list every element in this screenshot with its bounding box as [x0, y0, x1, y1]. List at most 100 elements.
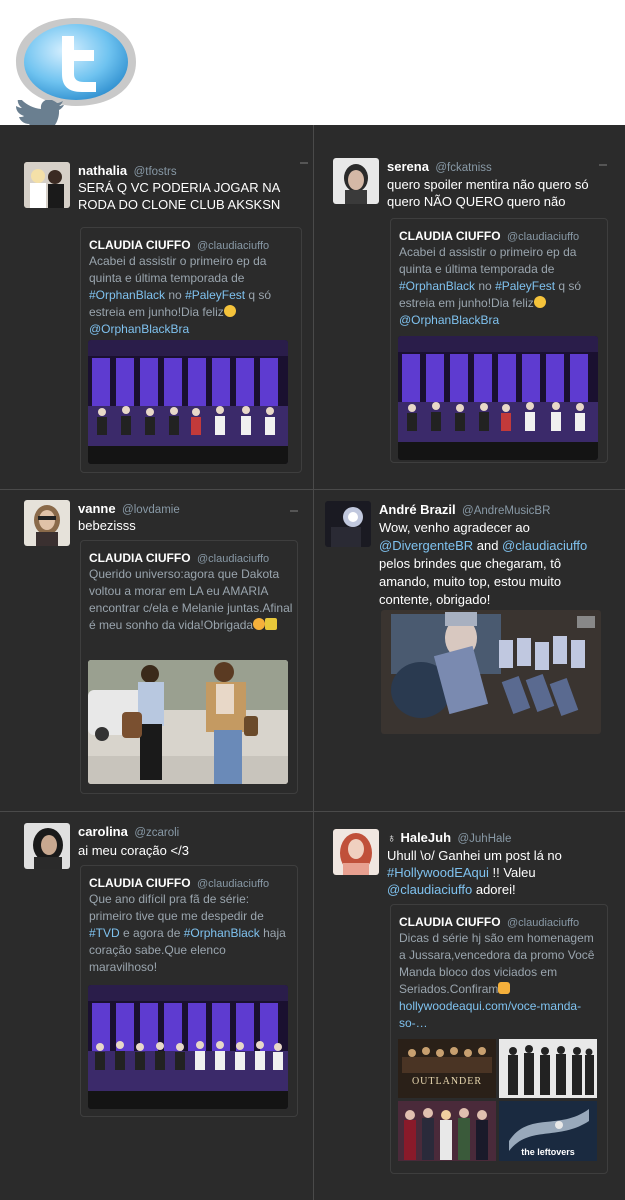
author-name[interactable]: HaleJuh [400, 830, 451, 845]
quoted-author-handle: @claudiaciuffo [197, 240, 270, 252]
tweet-header: vanne @lovdamie [78, 500, 180, 518]
quoted-author-name: CLAUDIA CIUFFO [89, 551, 191, 565]
quoted-tweet-header: CLAUDIA CIUFFO @claudiaciuffo [89, 236, 269, 254]
tweet-header: carolina @zcaroli [78, 823, 179, 841]
author-handle[interactable]: @JuhHale [457, 833, 511, 845]
mention-link[interactable]: @claudiaciuffo [387, 882, 472, 897]
hashtag-link[interactable]: #HollywoodEAqui [387, 865, 489, 880]
hashtag-link[interactable]: #OrphanBlack [184, 926, 260, 940]
quoted-tweet-text: Dicas d série hj são em homenagem a Juss… [399, 930, 603, 1032]
author-handle[interactable]: @lovdamie [122, 504, 180, 516]
quoted-author-name: CLAUDIA CIUFFO [399, 915, 501, 929]
mention-link[interactable]: @DivergenteBR [379, 538, 473, 553]
avatar[interactable] [333, 829, 379, 875]
panel-photo[interactable] [88, 985, 288, 1109]
street-photo[interactable] [88, 660, 288, 784]
quoted-tweet-text: Acabei d assistir o primeiro ep da quint… [399, 244, 603, 329]
tweet-card[interactable]: carolina @zcaroli ai meu coração </3 CLA… [24, 823, 309, 1123]
quoted-tweet-header: CLAUDIA CIUFFO @claudiaciuffo [399, 227, 579, 245]
author-handle[interactable]: @tfostrs [134, 166, 177, 178]
panel-photo[interactable] [88, 340, 288, 464]
quoted-author-handle: @claudiaciuffo [507, 917, 580, 929]
hashtag-link[interactable]: #OrphanBlack [399, 279, 475, 293]
quoted-text-part: Acabei d assistir o primeiro ep da quint… [89, 254, 267, 285]
outlander-title: OUTLANDER [411, 1076, 483, 1087]
cast-photo[interactable] [499, 1039, 597, 1098]
tweet-header: serena @fckatniss [387, 158, 492, 176]
avatar[interactable] [333, 158, 379, 204]
row-divider [0, 489, 625, 490]
author-name[interactable]: carolina [78, 824, 128, 839]
tweet-card[interactable]: vanne @lovdamie bebezisss CLAUDIA CIUFFO… [24, 500, 309, 800]
author-handle[interactable]: @zcaroli [134, 827, 179, 839]
author-name[interactable]: vanne [78, 501, 116, 516]
quoted-tweet-header: CLAUDIA CIUFFO @claudiaciuffo [399, 913, 579, 931]
quoted-tweet-text: Querido universo:agora que Dakota voltou… [89, 566, 293, 634]
quoted-tweet-text: Que ano difícil pra fã de série: primeir… [89, 891, 293, 976]
disappointed-emoji-icon [253, 618, 266, 630]
verified-badge-icon: ♁ [387, 831, 396, 845]
hashtag-link[interactable]: #OrphanBlack [89, 288, 165, 302]
quoted-text-part: e agora de [119, 926, 184, 940]
tweet-header: André Brazil @AndreMusicBR [379, 501, 550, 519]
tweet-text-part: !! Valeu [488, 865, 536, 880]
gifts-photo[interactable] [381, 610, 601, 734]
quoted-author-handle: @claudiaciuffo [507, 231, 580, 243]
tweet-card[interactable]: nathalia @tfostrs SERÁ Q VC PODERIA JOGA… [24, 162, 309, 482]
avatar[interactable] [24, 162, 70, 208]
author-name[interactable]: André Brazil [379, 502, 456, 517]
avatar[interactable] [24, 500, 70, 546]
avatar[interactable] [24, 823, 70, 869]
quoted-author-handle: @claudiaciuffo [197, 878, 270, 890]
tweet-card[interactable]: André Brazil @AndreMusicBR Wow, venho ag… [325, 501, 615, 801]
quoted-author-name: CLAUDIA CIUFFO [89, 238, 191, 252]
avatar[interactable] [325, 501, 371, 547]
quoted-tweet-text: Acabei d assistir o primeiro ep da quint… [89, 253, 295, 338]
mention-link[interactable]: @OrphanBlackBra [89, 322, 189, 336]
author-handle[interactable]: @AndreMusicBR [462, 505, 550, 517]
mention-link[interactable]: @claudiaciuffo [502, 538, 587, 553]
hashtag-link[interactable]: #TVD [89, 926, 120, 940]
author-handle[interactable]: @fckatniss [435, 162, 491, 174]
hashtag-link[interactable]: #PaleyFest [185, 288, 245, 302]
cast-poster[interactable] [398, 1101, 496, 1161]
panel-photo[interactable] [398, 336, 598, 460]
heart-eyes-emoji-icon [533, 296, 546, 308]
hashtag-link[interactable]: #PaleyFest [495, 279, 555, 293]
quoted-text-part: no [165, 288, 186, 302]
tweet-text: Uhull \o/ Ganhei um post lá no #Hollywoo… [387, 847, 601, 898]
more-options-icon[interactable] [599, 164, 607, 166]
tweet-text-part: and [473, 538, 503, 553]
tweet-card[interactable]: serena @fckatniss quero spoiler mentira … [333, 158, 618, 478]
tweet-header: nathalia @tfostrs [78, 162, 177, 180]
quoted-author-name: CLAUDIA CIUFFO [89, 876, 191, 890]
tweet-text: Wow, venho agradecer ao @DivergenteBR an… [379, 519, 605, 609]
pointing-hand-emoji-icon [498, 982, 511, 994]
tweet-grid: nathalia @tfostrs SERÁ Q VC PODERIA JOGA… [0, 125, 625, 1200]
tweet-text-part: pelos brindes que chegaram, tô amando, m… [379, 556, 562, 607]
quoted-text-part: Acabei d assistir o primeiro ep da quint… [399, 245, 577, 276]
header-logo-area [0, 0, 625, 138]
url-link[interactable]: hollywoodeaqui.com/voce-manda-so-… [399, 999, 581, 1030]
dancers-emoji-icon [265, 618, 278, 630]
quoted-author-handle: @claudiaciuffo [197, 553, 270, 565]
author-name[interactable]: serena [387, 159, 429, 174]
tweet-text: ai meu coração </3 [78, 843, 189, 858]
tweet-text-part: Wow, venho agradecer ao [379, 520, 530, 535]
mention-link[interactable]: @OrphanBlackBra [399, 313, 499, 327]
quoted-text-part: Dicas d série hj são em homenagem a Juss… [399, 931, 595, 996]
author-name[interactable]: nathalia [78, 163, 127, 178]
more-options-icon[interactable] [290, 510, 298, 512]
heart-eyes-emoji-icon [223, 305, 236, 317]
outlander-poster[interactable] [398, 1039, 496, 1098]
quoted-text-part: Que ano difícil pra fã de série: primeir… [89, 892, 264, 923]
row-divider [0, 811, 625, 812]
tweet-text: quero spoiler mentira não quero só quero… [387, 177, 589, 209]
leftovers-title: the leftovers [521, 1147, 575, 1157]
tweet-card[interactable]: ♁ HaleJuh @JuhHale Uhull \o/ Ganhei um p… [333, 829, 618, 1194]
quoted-text-part: no [475, 279, 496, 293]
column-divider [313, 125, 314, 1200]
quoted-tweet-header: CLAUDIA CIUFFO @claudiaciuffo [89, 874, 269, 892]
quoted-author-name: CLAUDIA CIUFFO [399, 229, 501, 243]
more-options-icon[interactable] [300, 162, 308, 164]
